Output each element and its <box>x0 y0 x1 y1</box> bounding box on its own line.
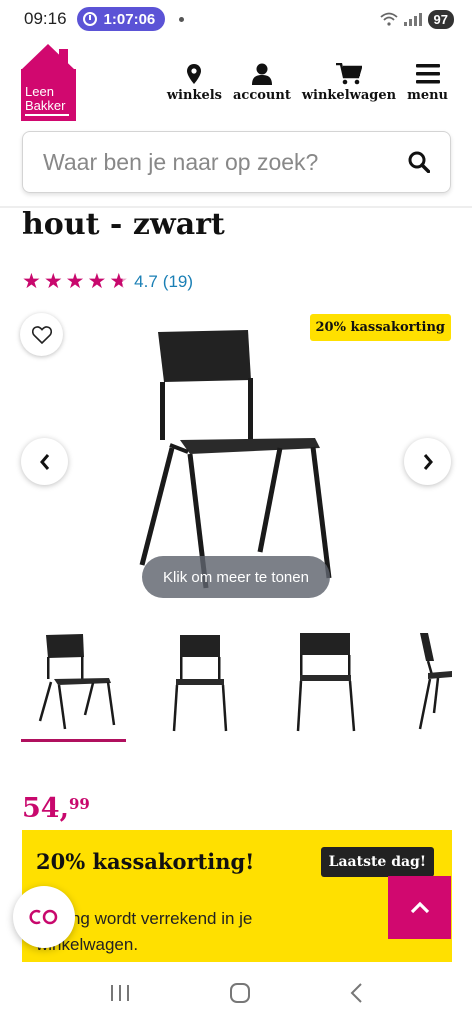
show-more-button[interactable]: Klik om meer te tonen <box>142 556 330 598</box>
recent-apps-icon[interactable] <box>109 983 131 1003</box>
home-icon[interactable] <box>229 982 251 1004</box>
nav-winkelwagen[interactable]: winkelwagen <box>302 60 396 103</box>
promo-text: Korting wordt verrekend in je winkelwage… <box>36 909 253 954</box>
chevron-left-icon <box>39 453 49 470</box>
star-icon: ★ <box>65 270 85 293</box>
stopwatch-icon <box>82 12 97 26</box>
compare-button[interactable] <box>13 886 75 948</box>
leen-bakker-logo[interactable]: Leen Bakker <box>21 44 76 121</box>
signal-icon <box>403 12 422 26</box>
site-header: Leen Bakker winkels account winkelwagen … <box>0 40 472 130</box>
chevron-up-icon <box>410 901 429 914</box>
chevron-right-icon <box>423 453 433 470</box>
search-placeholder: Waar ben je naar op zoek? <box>43 148 319 175</box>
cart-icon <box>335 63 362 85</box>
star-icon: ★ <box>87 270 107 293</box>
nav-winkels-label: winkels <box>166 88 222 103</box>
promo-title: 20% kassakorting! <box>36 849 255 874</box>
timer-pill[interactable]: 1:07:06 <box>76 7 166 31</box>
product-rating[interactable]: ★ ★ ★ ★ ★ 4.7 (19) <box>22 269 193 294</box>
nav-winkels[interactable]: winkels <box>167 60 222 103</box>
price-main: 54, <box>22 793 69 824</box>
nav-menu[interactable]: menu <box>407 60 448 103</box>
compare-icon <box>29 909 58 925</box>
star-icon: ★ <box>22 270 41 293</box>
nav-account-label: account <box>232 88 291 103</box>
thumbnail-4[interactable] <box>398 625 472 735</box>
system-nav-bar <box>0 962 472 1024</box>
rating-count[interactable]: (19) <box>163 272 193 292</box>
thumbnail-strip <box>0 625 472 745</box>
product-price: 54,99 <box>22 793 90 824</box>
gallery-next-button[interactable] <box>404 438 451 485</box>
product-title: hout - zwart <box>22 207 225 242</box>
search-icon[interactable] <box>408 151 430 173</box>
thumbnail-3[interactable] <box>272 625 377 735</box>
thumbnail-1[interactable] <box>21 625 126 735</box>
search-input[interactable]: Waar ben je naar op zoek? <box>22 131 451 193</box>
battery-indicator: 97 <box>427 9 454 29</box>
status-time: 09:16 <box>24 9 67 28</box>
nav-account[interactable]: account <box>233 60 291 103</box>
last-day-tag: Laatste dag! <box>320 847 434 877</box>
gallery-prev-button[interactable] <box>21 438 68 485</box>
heart-icon <box>31 325 52 344</box>
header-nav: winkels account winkelwagen menu <box>167 60 448 103</box>
user-icon <box>251 63 272 85</box>
star-icon: ★ <box>43 270 63 293</box>
star-half-icon: ★ <box>109 270 129 293</box>
logo-line-2: Bakker <box>25 98 66 113</box>
wishlist-button[interactable] <box>20 313 63 356</box>
hamburger-menu-icon <box>415 64 440 84</box>
rating-value: 4.7 <box>134 271 158 291</box>
nav-winkelwagen-label: winkelwagen <box>301 88 397 103</box>
thumbnail-2[interactable] <box>146 625 251 735</box>
rating-stars: ★ ★ ★ ★ ★ <box>22 269 128 294</box>
logo-line-1: Leen <box>25 84 54 99</box>
status-bar: 09:16 1:07:06 97 <box>0 0 472 38</box>
thumbnail-active-indicator <box>21 739 126 742</box>
nav-menu-label: menu <box>407 88 448 103</box>
wifi-icon <box>379 12 398 26</box>
notification-dot <box>179 16 185 22</box>
back-icon[interactable] <box>349 982 363 1004</box>
timer-value: 1:07:06 <box>103 10 156 28</box>
location-pin-icon <box>187 64 202 84</box>
price-cents: 99 <box>68 795 90 813</box>
scroll-to-top-button[interactable] <box>388 876 451 939</box>
